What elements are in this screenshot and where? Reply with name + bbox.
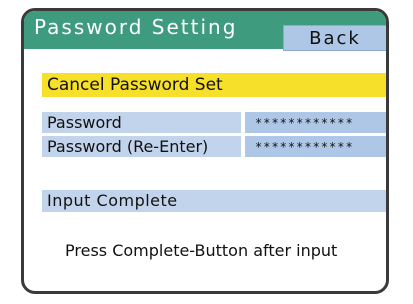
password-setting-dialog: Password Setting Back Cancel Password Se…: [21, 8, 389, 294]
password-field[interactable]: ************: [245, 112, 386, 133]
password-label: Password: [42, 112, 241, 133]
input-complete-button[interactable]: Input Complete: [42, 190, 386, 212]
cancel-password-set-button[interactable]: Cancel Password Set: [42, 73, 386, 97]
password-reenter-field[interactable]: ************: [245, 136, 386, 157]
instruction-text: Press Complete-Button after input: [65, 241, 338, 260]
dialog-title: Password Setting: [34, 15, 238, 39]
password-reenter-label: Password (Re-Enter): [42, 136, 241, 157]
back-button[interactable]: Back: [283, 25, 386, 51]
